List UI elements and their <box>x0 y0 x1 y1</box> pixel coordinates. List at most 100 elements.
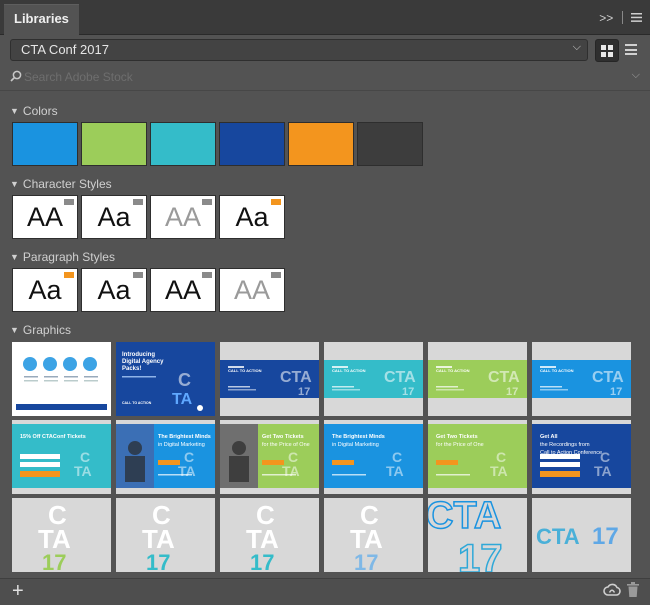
svg-text:17: 17 <box>592 523 619 550</box>
style-card[interactable]: Aa <box>219 195 285 239</box>
svg-text:TA: TA <box>490 463 508 479</box>
color-swatch[interactable] <box>81 122 147 166</box>
svg-text:TA: TA <box>282 463 300 479</box>
svg-text:CTA: CTA <box>280 369 312 386</box>
color-swatch[interactable] <box>12 122 78 166</box>
section-header-graphics[interactable]: ▼ Graphics <box>10 323 71 337</box>
panel-controls: >> <box>599 9 642 25</box>
svg-text:Packs!: Packs! <box>122 366 141 372</box>
graphic-thumbnail-cta-logo-teal-2[interactable]: C TA 17 <box>220 498 319 572</box>
svg-text:The Brightest Minds: The Brightest Minds <box>158 434 211 440</box>
trash-icon[interactable] <box>627 582 641 600</box>
graphic-thumbnail-cta-logo-teal[interactable]: C TA 17 <box>116 498 215 572</box>
graphic-thumbnail-infographic-circles[interactable] <box>12 342 111 416</box>
svg-text:the Recordings from: the Recordings from <box>540 442 590 448</box>
graphic-thumbnail-cta-logo-green[interactable]: C TA 17 <box>12 498 111 572</box>
tab-libraries[interactable]: Libraries <box>4 4 79 35</box>
svg-text:17: 17 <box>402 386 414 398</box>
graphic-thumbnail-cta-banner-navy[interactable]: CALL TO ACTION CTA 17 <box>220 342 319 416</box>
grid-view-button[interactable] <box>595 39 619 62</box>
svg-text:for the Price of One: for the Price of One <box>262 442 310 448</box>
svg-text:The Brightest Minds: The Brightest Minds <box>332 434 385 440</box>
style-card[interactable]: Aa <box>12 268 78 312</box>
style-sample: AA <box>164 275 202 305</box>
svg-text:17: 17 <box>354 550 378 572</box>
svg-text:CALL TO ACTION: CALL TO ACTION <box>436 368 470 373</box>
collapse-triangle-icon: ▼ <box>10 252 19 262</box>
section-header-colors[interactable]: ▼ Colors <box>10 104 58 118</box>
style-type-badge <box>64 272 74 278</box>
style-sample: AA <box>26 202 64 232</box>
style-type-badge <box>202 272 212 278</box>
style-card[interactable]: Aa <box>81 268 147 312</box>
section-header-character-styles[interactable]: ▼ Character Styles <box>10 177 112 191</box>
color-swatch[interactable] <box>219 122 285 166</box>
style-sample: AA <box>164 202 202 232</box>
svg-text:Get All: Get All <box>540 434 558 440</box>
svg-text:Digital Agency: Digital Agency <box>122 359 164 365</box>
svg-text:CTA: CTA <box>384 369 416 386</box>
graphic-thumbnail-cta-banner-blue[interactable]: CALL TO ACTION CTA 17 <box>532 342 631 416</box>
svg-text:C: C <box>178 370 191 390</box>
style-sample: Aa <box>97 202 131 232</box>
svg-text:CTA: CTA <box>592 369 624 386</box>
list-view-button[interactable] <box>622 39 640 60</box>
graphic-thumbnail-brightest-minds-blue[interactable]: The Brightest Minds in Digital Marketing C… <box>324 420 423 494</box>
svg-text:CALL TO ACTION: CALL TO ACTION <box>122 401 152 405</box>
graphic-thumbnail-introducing-digital-agency-packs[interactable]: Introducing Digital Agency Packs! CALL TO A… <box>116 342 215 416</box>
style-card[interactable]: Aa <box>81 195 147 239</box>
svg-text:17: 17 <box>42 550 66 572</box>
library-name: CTA Conf 2017 <box>21 42 109 57</box>
svg-text:17: 17 <box>610 386 622 398</box>
svg-text:CTA: CTA <box>536 524 580 549</box>
svg-text:17: 17 <box>146 550 170 572</box>
graphic-thumbnail-get-all-recordings[interactable]: Get All the Recordings from Call to Action… <box>532 420 631 494</box>
graphic-thumbnail-two-tickets-photo[interactable]: Get Two Tickets for the Price of One C TA <box>220 420 319 494</box>
svg-text:CTA: CTA <box>428 498 501 537</box>
graphic-thumbnail-form-teal[interactable]: 15% Off CTAConf Tickets C TA <box>12 420 111 494</box>
color-swatch[interactable] <box>288 122 354 166</box>
chevron-down-icon[interactable]: ⌵ <box>632 69 640 82</box>
stock-search[interactable]: Search Adobe Stock ⌵ <box>0 64 650 91</box>
svg-text:Introducing: Introducing <box>122 352 155 358</box>
style-type-badge <box>202 199 212 205</box>
libraries-panel: Libraries >> CTA Conf 2017 ⌵ Search Adob… <box>0 0 650 605</box>
collapse-triangle-icon: ▼ <box>10 325 19 335</box>
style-type-badge <box>133 272 143 278</box>
svg-text:TA: TA <box>594 463 612 479</box>
collapse-triangle-icon: ▼ <box>10 106 19 116</box>
graphic-thumbnail-cta-logo-large[interactable]: CTA 17 <box>428 498 527 572</box>
grid-icon <box>601 45 613 57</box>
tab-label: Libraries <box>14 11 69 26</box>
hamburger-menu-icon[interactable] <box>631 10 642 26</box>
graphic-thumbnail-cta-banner-teal[interactable]: CALL TO ACTION CTA 17 <box>324 342 423 416</box>
library-dropdown[interactable]: CTA Conf 2017 ⌵ <box>10 39 588 61</box>
style-sample: Aa <box>28 275 62 305</box>
divider <box>621 11 623 25</box>
chevron-down-icon: ⌵ <box>572 41 581 53</box>
style-sample: AA <box>233 275 271 305</box>
graphic-thumbnail-cta-logo-wide[interactable]: CTA 17 <box>532 498 631 572</box>
search-input[interactable]: Search Adobe Stock <box>24 70 133 84</box>
creative-cloud-icon[interactable] <box>603 583 621 601</box>
color-swatch[interactable] <box>150 122 216 166</box>
style-card[interactable]: AA <box>12 195 78 239</box>
graphic-thumbnail-cta-logo-blue[interactable]: C TA 17 <box>324 498 423 572</box>
collapse-chevrons-icon[interactable]: >> <box>599 10 613 26</box>
graphic-thumbnail-brightest-minds-photo[interactable]: The Brightest Minds in Digital Marketing C… <box>116 420 215 494</box>
search-icon <box>10 69 24 83</box>
style-type-badge <box>271 272 281 278</box>
plus-icon[interactable]: + <box>12 581 24 601</box>
collapse-triangle-icon: ▼ <box>10 179 19 189</box>
graphic-thumbnail-two-tickets-green[interactable]: Get Two Tickets for the Price of One C TA <box>428 420 527 494</box>
color-swatch[interactable] <box>357 122 423 166</box>
style-card[interactable]: AA <box>150 268 216 312</box>
graphic-thumbnail-cta-banner-green[interactable]: CALL TO ACTION CTA 17 <box>428 342 527 416</box>
svg-text:Get Two Tickets: Get Two Tickets <box>262 434 304 440</box>
style-sample: Aa <box>97 275 131 305</box>
svg-text:17: 17 <box>506 386 518 398</box>
style-card[interactable]: AA <box>150 195 216 239</box>
svg-text:TA: TA <box>178 463 196 479</box>
section-header-paragraph-styles[interactable]: ▼ Paragraph Styles <box>10 250 115 264</box>
style-card[interactable]: AA <box>219 268 285 312</box>
